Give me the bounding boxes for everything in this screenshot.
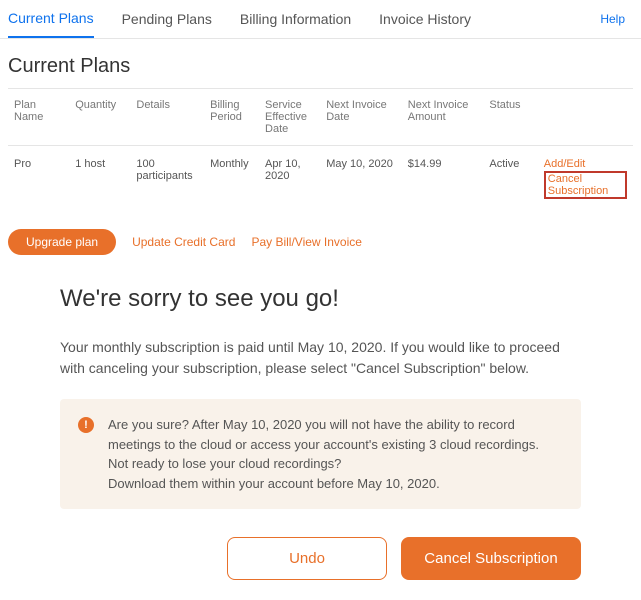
undo-button[interactable]: Undo (227, 537, 387, 580)
col-plan-name: Plan Name (8, 89, 69, 146)
warning-box: ! Are you sure? After May 10, 2020 you w… (60, 399, 581, 509)
update-credit-card-link[interactable]: Update Credit Card (132, 235, 235, 249)
cancel-dialog: We're sorry to see you go! Your monthly … (0, 275, 641, 600)
cell-plan-name: Pro (8, 146, 69, 212)
col-status: Status (483, 89, 537, 146)
col-actions (538, 89, 633, 146)
table-row: Pro 1 host 100 participants Monthly Apr … (8, 146, 633, 212)
cell-effective: Apr 10, 2020 (259, 146, 320, 212)
add-edit-link[interactable]: Add/Edit (544, 158, 627, 170)
cell-status: Active (483, 146, 537, 212)
cell-next-date: May 10, 2020 (320, 146, 402, 212)
cancel-body: Your monthly subscription is paid until … (60, 337, 581, 379)
warning-line-1: Are you sure? After May 10, 2020 you wil… (108, 417, 539, 452)
tab-billing-info[interactable]: Billing Information (240, 1, 351, 37)
plans-table: Plan Name Quantity Details Billing Perio… (0, 88, 641, 211)
action-bar: Upgrade plan Update Credit Card Pay Bill… (0, 211, 641, 275)
tab-invoice-history[interactable]: Invoice History (379, 1, 471, 37)
col-billing-period: Billing Period (204, 89, 259, 146)
warning-line-2: Not ready to lose your cloud recordings? (108, 456, 341, 471)
cell-billing: Monthly (204, 146, 259, 212)
dialog-button-row: Undo Cancel Subscription (60, 537, 581, 580)
warning-icon: ! (78, 417, 94, 433)
upgrade-plan-button[interactable]: Upgrade plan (8, 229, 116, 255)
tab-pending-plans[interactable]: Pending Plans (122, 1, 212, 37)
cancel-subscription-button[interactable]: Cancel Subscription (401, 537, 581, 580)
warning-text: Are you sure? After May 10, 2020 you wil… (108, 415, 563, 493)
col-quantity: Quantity (69, 89, 130, 146)
cancel-title: We're sorry to see you go! (60, 285, 581, 313)
col-effective-date: Service Effective Date (259, 89, 320, 146)
cancel-subscription-link[interactable]: Cancel Subscription (548, 173, 609, 197)
tab-current-plans[interactable]: Current Plans (8, 0, 94, 38)
table-header-row: Plan Name Quantity Details Billing Perio… (8, 89, 633, 146)
cell-quantity: 1 host (69, 146, 130, 212)
cell-details: 100 participants (130, 146, 204, 212)
pay-bill-link[interactable]: Pay Bill/View Invoice (251, 235, 362, 249)
col-next-invoice-date: Next Invoice Date (320, 89, 402, 146)
col-details: Details (130, 89, 204, 146)
cell-actions: Add/Edit Cancel Subscription (538, 146, 633, 212)
warning-line-3: Download them within your account before… (108, 476, 440, 491)
col-next-invoice-amount: Next Invoice Amount (402, 89, 484, 146)
cell-next-amount: $14.99 (402, 146, 484, 212)
cancel-subscription-highlight: Cancel Subscription (544, 171, 627, 199)
help-link[interactable]: Help (600, 12, 633, 26)
tab-bar: Current Plans Pending Plans Billing Info… (0, 0, 641, 39)
page-title: Current Plans (0, 39, 641, 88)
